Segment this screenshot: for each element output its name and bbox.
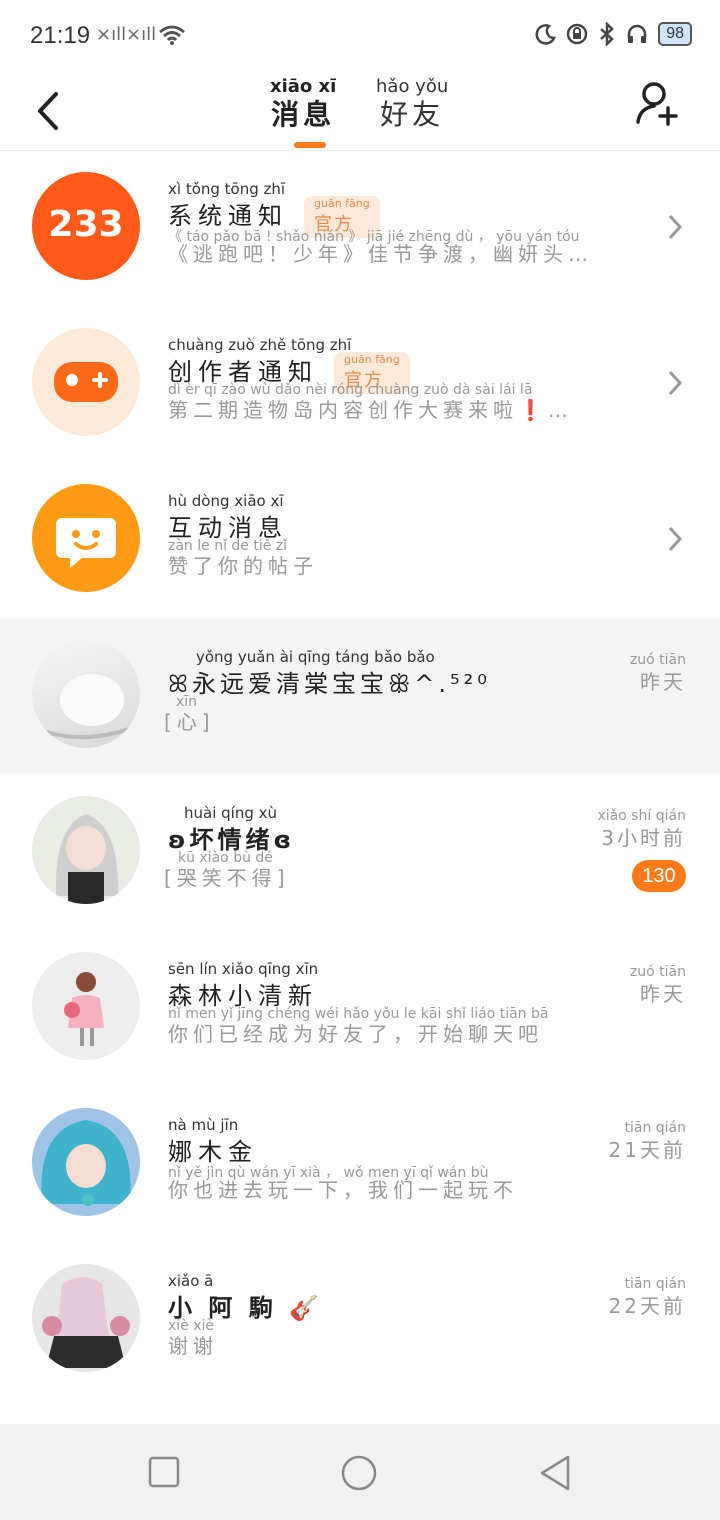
wifi-icon [159,25,185,45]
message-list: 233 xì tǒng tōng zhī 系统通知 guān fāng 官方 《 t… [0,150,720,1398]
recents-icon[interactable] [148,1456,180,1488]
item-time: 21天前 [608,1138,686,1162]
avatar-cat-image [45,674,133,740]
avatar-doll-image [64,972,104,1046]
item-preview: 赞了你的帖子 [168,554,318,578]
tab-friends[interactable]: hǎo yǒu 好友 [376,76,448,132]
tab-messages-pinyin: xiāo xī [270,76,337,97]
moon-icon [535,24,557,45]
item-name: ꕤ永远爱清棠宝宝ꕥ^.⁵²⁰ [168,670,491,698]
rotation-lock-icon [566,23,588,45]
list-item-chat[interactable]: xiǎo ā 小 阿 駒 🎸 xiè xiè 谢谢 tiān qián 22天前 [0,1242,720,1398]
avatar [32,328,140,436]
battery-indicator: 98 [658,22,692,46]
item-time: 3小时前 [601,826,686,850]
back-icon[interactable] [30,84,70,134]
list-item-chat[interactable]: nà mù jīn 娜木金 nǐ yě jìn qù wán yī xià ， … [0,1086,720,1242]
list-item-interaction[interactable]: hù dòng xiāo xī 互动消息 zàn le nǐ de tiě zǐ… [0,462,720,618]
list-item-chat[interactable]: huài qíng xù ʚ坏情绪ɞ kū xiào bù dé [哭笑不得] … [0,774,720,930]
list-item-chat[interactable]: yǒng yuǎn ài qīng táng bǎo bǎo ꕤ永远爱清棠宝宝ꕥ… [0,618,720,774]
signal-icon-2: ×ıll [126,24,157,45]
status-time: 21:19 [30,22,91,49]
avatar [32,952,140,1060]
avatar [32,1108,140,1216]
add-friend-icon[interactable] [634,78,682,130]
item-preview: 第二期造物岛内容创作大赛来啦❗… [168,398,573,422]
system-nav-bar [0,1424,720,1520]
avatar [32,796,140,904]
back-nav-icon[interactable] [538,1454,574,1492]
tab-friends-pinyin: hǎo yǒu [376,76,449,97]
top-nav: xiāo xī 消息 hǎo yǒu 好友 [0,72,720,151]
item-time: 昨天 [640,982,686,1006]
chevron-right-icon [668,370,683,396]
list-item-chat[interactable]: sēn lín xiǎo qīng xīn 森林小清新 nǐ men yǐ jī… [0,930,720,1086]
chevron-right-icon [668,526,683,552]
gamepad-icon [54,362,118,402]
avatar-233-logo: 233 [48,204,124,245]
item-preview: 你也进去玩一下，我们一起玩不 [168,1178,518,1202]
avatar-blue-hair-image [41,1120,131,1206]
official-badge-pinyin: guān fāng [344,353,400,366]
list-item-creator-notice[interactable]: chuàng zuò zhě tōng zhī 创作者通知 guān fāng 官方… [0,306,720,462]
avatar: 233 [32,172,140,280]
item-time: 昨天 [640,670,686,694]
tab-messages[interactable]: xiāo xī 消息 [270,76,336,132]
tab-messages-label: 消息 [271,98,336,131]
unread-count-badge: 130 [632,860,686,892]
avatar-pink-hair-image [42,1277,130,1368]
avatar [32,1264,140,1372]
headphones-icon [627,24,647,43]
item-preview: 谢谢 [168,1334,218,1358]
home-icon[interactable] [340,1454,378,1492]
avatar [32,640,140,748]
item-time: 22天前 [608,1294,686,1318]
avatar [32,484,140,592]
item-preview: [哭笑不得] [164,866,290,890]
tab-friends-label: 好友 [380,98,445,131]
active-tab-indicator [294,142,326,148]
chevron-right-icon [668,214,683,240]
signal-icon: ×ıll [96,24,127,45]
item-preview: 《逃跑吧！少年》佳节争渡，幽妍头… [168,242,593,266]
status-bar: 21:19 ×ıll ×ıll 98 [0,0,720,72]
bluetooth-icon [600,22,615,46]
chat-bubble-icon [56,518,116,568]
avatar-anime-girl-image [55,814,119,904]
list-item-system-notice[interactable]: 233 xì tǒng tōng zhī 系统通知 guān fāng 官方 《 t… [0,150,720,306]
item-preview: [心] [164,710,215,734]
official-badge-pinyin: guān fāng [314,197,370,210]
item-preview: 你们已经成为好友了，开始聊天吧 [168,1022,543,1046]
